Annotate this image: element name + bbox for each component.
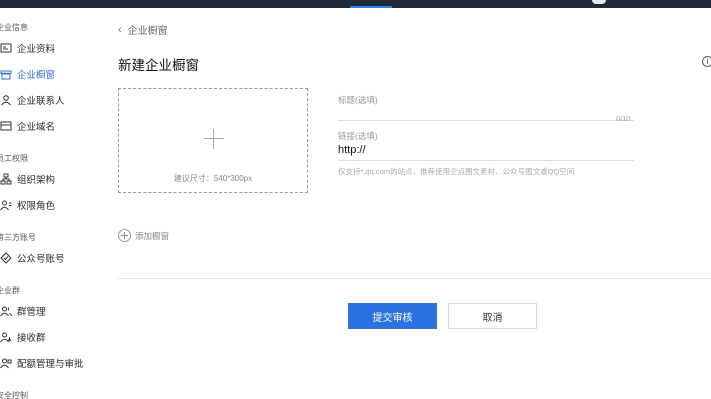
sidebar-item-company-profile[interactable]: 企业资料 xyxy=(0,39,55,57)
link-field-tip: 仅支持*.qq.com的站点，推荐使用企点图文素材、公众号图文或QQ空间 xyxy=(338,167,575,176)
chevron-left-icon: ‹ xyxy=(118,23,122,36)
add-window-label: 添加橱窗 xyxy=(135,230,170,241)
official-account-icon xyxy=(0,252,12,264)
sidebar-item-label: 权限角色 xyxy=(17,201,56,212)
title-char-counter: 0/10 xyxy=(616,114,631,123)
sidebar-item-label: 企业联系人 xyxy=(17,96,65,107)
id-card-icon xyxy=(0,42,12,54)
sidebar-item-company-showcase[interactable]: 企业橱窗 xyxy=(0,65,55,83)
sidebar-item-label: 配额管理与审批 xyxy=(17,359,84,370)
sidebar-item-company-domain[interactable]: 企业域名 xyxy=(0,117,55,135)
image-upload-area[interactable]: 建议尺寸：540*300px xyxy=(118,88,308,193)
submit-review-button[interactable]: 提交审核 xyxy=(348,303,437,329)
sidebar-item-label: 企业域名 xyxy=(17,122,56,133)
sidebar-item-company-contacts[interactable]: 企业联系人 xyxy=(0,91,65,109)
page-title: 新建企业橱窗 xyxy=(118,58,199,73)
sidebar-item-label: 公众号账号 xyxy=(17,254,65,265)
sidebar: 企业信息 企业资料 企业橱窗 企业联系人 企业域名 员工权限 组织架构 权限角色… xyxy=(0,8,100,399)
sidebar-item-group-management[interactable]: 群管理 xyxy=(0,302,46,320)
sidebar-section-title: 安全控制 xyxy=(0,391,28,399)
sidebar-item-org-structure[interactable]: 组织架构 xyxy=(0,170,55,188)
link-field-label: 链接(选填) xyxy=(338,131,378,141)
top-nav-bar xyxy=(0,0,711,8)
sidebar-section-title: 企业群 xyxy=(0,286,20,295)
contact-person-icon xyxy=(0,94,12,106)
sidebar-item-receive-group[interactable]: 接收群 xyxy=(0,328,46,346)
title-field-label: 标题(选填) xyxy=(338,95,378,105)
sidebar-item-label: 组织架构 xyxy=(17,175,56,186)
link-input[interactable]: http:// xyxy=(338,144,366,156)
user-avatar[interactable] xyxy=(592,0,606,4)
link-field-underline xyxy=(338,160,634,161)
title-field-underline xyxy=(338,120,634,121)
divider xyxy=(118,278,711,279)
sidebar-item-label: 企业资料 xyxy=(17,44,56,55)
back-link[interactable]: ‹ 企业橱窗 xyxy=(118,22,168,38)
sidebar-item-label: 群管理 xyxy=(17,307,46,318)
sidebar-item-official-account[interactable]: 公众号账号 xyxy=(0,249,65,267)
plus-circle-icon xyxy=(118,229,131,242)
group-receive-icon xyxy=(0,331,12,343)
role-icon xyxy=(0,199,12,211)
sidebar-item-roles[interactable]: 权限角色 xyxy=(0,196,55,214)
plus-icon xyxy=(204,129,224,149)
add-window-button[interactable]: 添加橱窗 xyxy=(118,229,169,242)
title-input[interactable] xyxy=(338,106,634,118)
sidebar-item-quota-approval[interactable]: 配额管理与审批 xyxy=(0,354,84,372)
cancel-button[interactable]: 取消 xyxy=(448,303,537,329)
sidebar-section-title: 企业信息 xyxy=(0,23,28,32)
sidebar-item-label: 企业橱窗 xyxy=(17,70,56,81)
org-chart-icon xyxy=(0,173,12,185)
info-icon[interactable]: i xyxy=(702,56,711,67)
upload-size-hint: 建议尺寸：540*300px xyxy=(173,174,253,183)
storefront-icon xyxy=(0,68,12,80)
sidebar-section-title: 第三方账号 xyxy=(0,233,36,242)
sidebar-item-label: 接收群 xyxy=(17,333,46,344)
domain-icon xyxy=(0,120,12,132)
top-nav-active-indicator xyxy=(350,6,392,8)
sidebar-section-title: 员工权限 xyxy=(0,154,28,163)
breadcrumb: 企业橱窗 xyxy=(127,26,168,37)
quota-approval-icon xyxy=(0,357,12,369)
group-manage-icon xyxy=(0,305,12,317)
